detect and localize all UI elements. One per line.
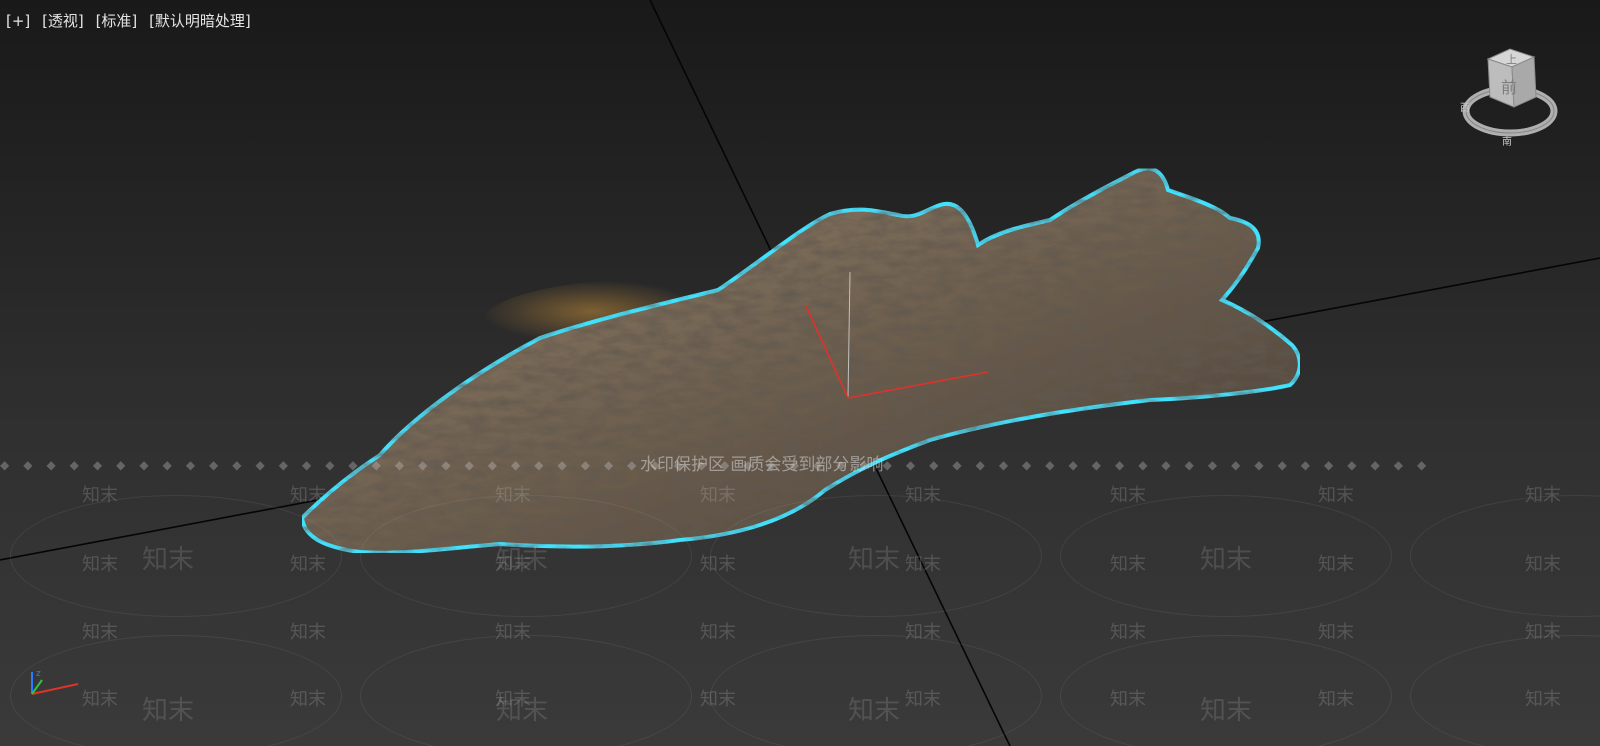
viewcube-compass-south: 南 [1502, 135, 1512, 148]
rock-model [302, 169, 1300, 553]
viewport-menu-perspective[interactable]: [透视] [42, 12, 84, 30]
viewport-menu-standard[interactable]: [标准] [96, 12, 138, 30]
viewport-menu-plus[interactable]: [+] [6, 12, 30, 30]
viewcube-top-label: 上 [1506, 53, 1517, 66]
3d-viewport[interactable]: [+] [透视] [标准] [默认明暗处理] 上 前 西 南 z ◆◆◆◆◆◆◆… [0, 0, 1600, 746]
viewport-menu-shading[interactable]: [默认明暗处理] [149, 12, 251, 30]
selection-outline [302, 169, 1300, 553]
viewport-label-menu: [+] [透视] [标准] [默认明暗处理] [6, 10, 258, 31]
viewcube-icon[interactable]: 上 前 西 南 [1458, 45, 1568, 155]
axis-tripod-icon: z [31, 669, 79, 695]
viewcube-front-label: 前 [1501, 78, 1517, 97]
viewcube-compass-west: 西 [1460, 103, 1470, 114]
scene-canvas[interactable] [0, 0, 1600, 746]
svg-text:z: z [36, 669, 41, 679]
